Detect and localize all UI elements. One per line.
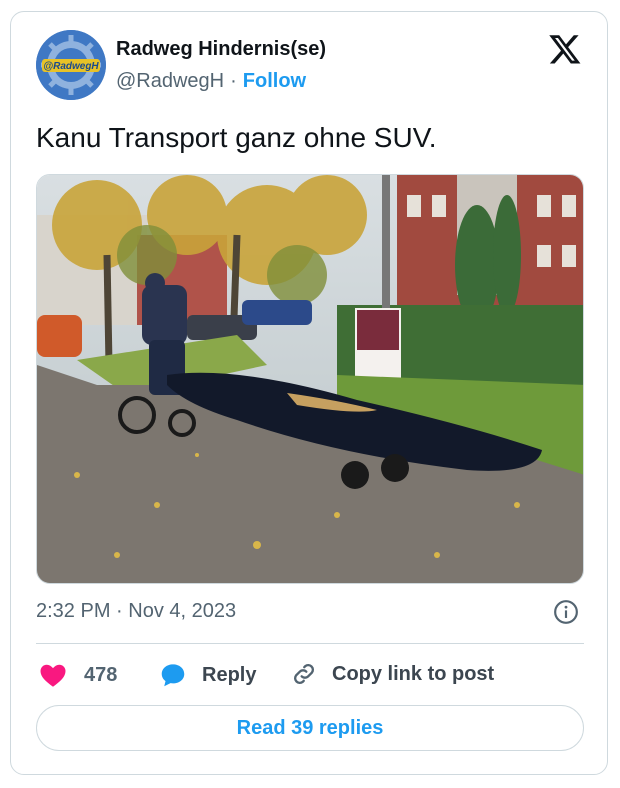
reply-label: Reply (202, 663, 257, 686)
reply-button[interactable]: Reply (158, 660, 256, 690)
speech-bubble-icon (161, 664, 185, 687)
avatar[interactable]: @RadwegH (36, 30, 106, 100)
avatar-text: @RadwegH (43, 61, 99, 72)
author-handle-row: @RadwegH · Follow (116, 70, 306, 93)
tweet-photo[interactable] (36, 174, 584, 584)
tweet-text: Kanu Transport ganz ohne SUV. (36, 122, 437, 153)
read-replies-button[interactable]: Read 39 replies (36, 705, 584, 751)
heart-icon (40, 664, 66, 687)
link-icon (293, 663, 315, 685)
divider (36, 643, 584, 644)
x-logo-icon[interactable] (548, 32, 582, 66)
avatar-image: @RadwegH (36, 30, 106, 100)
photo-image (37, 175, 583, 583)
like-button[interactable]: 478 (38, 660, 117, 690)
info-icon[interactable] (553, 599, 579, 625)
follow-button[interactable]: Follow (243, 70, 306, 92)
tweet-timestamp[interactable]: 2:32 PM · Nov 4, 2023 (36, 600, 236, 623)
copy-link-button[interactable]: Copy link to post (290, 660, 494, 688)
copy-link-label: Copy link to post (332, 662, 495, 685)
author-name[interactable]: Radweg Hindernis(se) (116, 38, 326, 61)
likes-count: 478 (84, 663, 118, 686)
author-handle[interactable]: @RadwegH (116, 70, 224, 92)
separator-dot: · (230, 70, 237, 92)
